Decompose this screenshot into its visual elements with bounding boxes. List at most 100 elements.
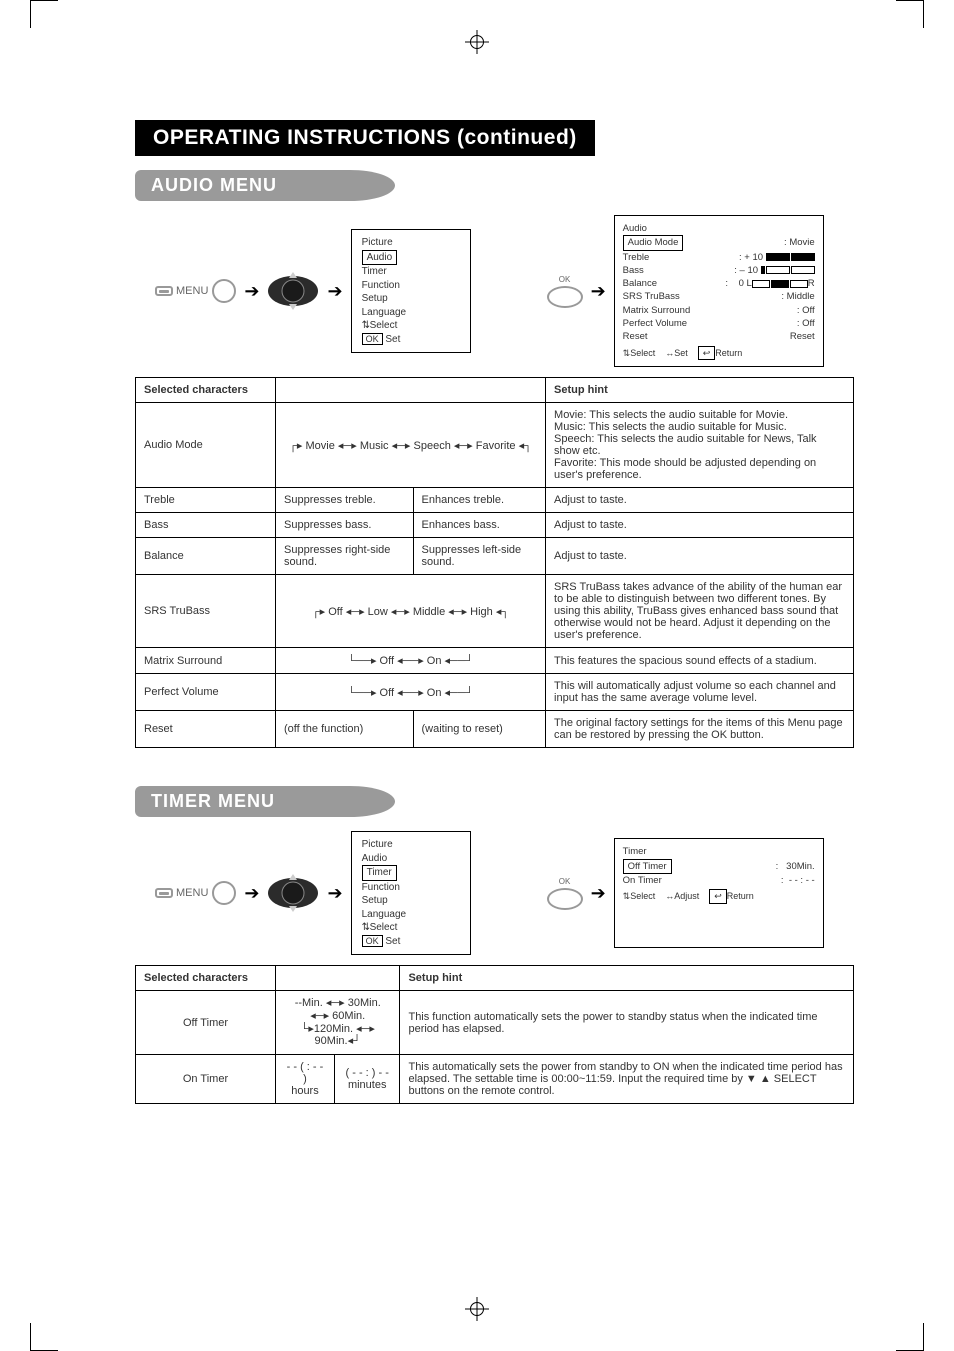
osd-row-label: Perfect Volume bbox=[623, 317, 687, 330]
osd-title: Audio bbox=[623, 222, 815, 235]
rocker-icon bbox=[267, 872, 319, 914]
osd-row-value: - - : - - bbox=[789, 875, 815, 886]
hint-cell: Adjust to taste. bbox=[546, 538, 854, 575]
osd-row-value: Middle bbox=[787, 291, 815, 302]
osd-row-label: On Timer bbox=[623, 874, 662, 887]
balance-r: R bbox=[808, 278, 815, 289]
arrow-right-icon: ➔ bbox=[244, 883, 259, 904]
row-label: Off Timer bbox=[136, 991, 276, 1055]
ok-button-label: OK bbox=[559, 877, 571, 886]
osd-row-label: Treble bbox=[623, 251, 650, 264]
menu-button-label: MENU bbox=[176, 887, 208, 899]
timer-settings-table: Selected characters Setup hint Off Timer… bbox=[135, 965, 854, 1104]
menu-item: Function bbox=[362, 279, 460, 293]
rocker-icon bbox=[267, 270, 319, 312]
arrow-right-icon: ➔ bbox=[591, 281, 606, 302]
osd-row-value: Movie bbox=[789, 237, 814, 248]
row-label: On Timer bbox=[136, 1054, 276, 1103]
cycle-cell: └──▸ Off ◂──▸ On ◂──┘ bbox=[276, 648, 546, 674]
row-label: Audio Mode bbox=[136, 403, 276, 488]
left-action: Suppresses right-side sound. bbox=[276, 538, 414, 575]
arrow-right-icon: ➔ bbox=[244, 281, 259, 302]
right-action: Enhances bass. bbox=[413, 513, 546, 538]
right-action: Suppresses left-side sound. bbox=[413, 538, 546, 575]
row-label: Perfect Volume bbox=[136, 674, 276, 711]
osd-foot-adjust: Adjust bbox=[674, 891, 699, 901]
row-label: Treble bbox=[136, 488, 276, 513]
timer-osd: Timer Off Timer: 30Min. On Timer: - - : … bbox=[614, 838, 824, 948]
menu-button-label: MENU bbox=[176, 285, 208, 297]
row-label: SRS TruBass bbox=[136, 575, 276, 648]
audio-section-heading: AUDIO MENU bbox=[135, 170, 395, 201]
left-action: Suppresses bass. bbox=[276, 513, 414, 538]
osd-row-label: Audio Mode bbox=[623, 235, 684, 250]
menu-button-glyph: MENU bbox=[155, 279, 236, 303]
ok-button-glyph: OK bbox=[547, 877, 583, 910]
osd-row-value: 0 bbox=[739, 278, 744, 289]
arrow-right-icon: ➔ bbox=[327, 883, 342, 904]
osd-foot-select: Select bbox=[630, 891, 655, 901]
menu-button-glyph: MENU bbox=[155, 881, 236, 905]
osd-foot-set: Set bbox=[385, 936, 400, 947]
arrow-right-icon: ➔ bbox=[591, 883, 606, 904]
row-label: Balance bbox=[136, 538, 276, 575]
main-menu-osd: Picture Audio Timer Function Setup Langu… bbox=[351, 831, 471, 955]
osd-foot-select: Select bbox=[370, 922, 398, 933]
col-header: Selected characters bbox=[136, 966, 276, 991]
hint-cell: This function automatically sets the pow… bbox=[400, 991, 854, 1055]
osd-row-label: SRS TruBass bbox=[623, 290, 680, 303]
ok-button-label: OK bbox=[559, 275, 571, 284]
osd-row-value: 30Min. bbox=[786, 861, 815, 872]
osd-row-value: Reset bbox=[790, 331, 815, 342]
hint-cell: This automatically sets the power from s… bbox=[400, 1054, 854, 1103]
cycle-cell: ┌▸ Off ◂─▸ Low ◂─▸ Middle ◂─▸ High ◂┐ bbox=[276, 575, 546, 648]
page-title: OPERATING INSTRUCTIONS (continued) bbox=[135, 120, 595, 156]
hint-cell: This features the spacious sound effects… bbox=[546, 648, 854, 674]
osd-title: Timer bbox=[623, 845, 815, 858]
menu-item: Timer bbox=[362, 265, 460, 279]
timer-flow-diagram: MENU ➔ ➔ Picture Audio Timer Function Se… bbox=[155, 831, 854, 955]
row-label: Matrix Surround bbox=[136, 648, 276, 674]
menu-item: Picture bbox=[362, 838, 460, 852]
left-action: - - ( : - - ) hours bbox=[276, 1054, 335, 1103]
audio-osd: Audio Audio Mode: Movie Treble: + 10 Bas… bbox=[614, 215, 824, 367]
hint-cell: SRS TruBass takes advance of the ability… bbox=[546, 575, 854, 648]
menu-item: Audio bbox=[362, 852, 460, 866]
col-header: Setup hint bbox=[546, 378, 854, 403]
col-header: Selected characters bbox=[136, 378, 276, 403]
osd-row-label: Balance bbox=[623, 277, 657, 290]
osd-foot-return: Return bbox=[715, 348, 742, 358]
menu-item: Picture bbox=[362, 236, 460, 250]
hint-cell: Adjust to taste. bbox=[546, 488, 854, 513]
osd-row-label: Bass bbox=[623, 264, 644, 277]
cycle-cell: ┌▸ Movie ◂─▸ Music ◂─▸ Speech ◂─▸ Favori… bbox=[276, 403, 546, 488]
right-action: ( - - : ) - - minutes bbox=[334, 1054, 400, 1103]
left-action: Suppresses treble. bbox=[276, 488, 414, 513]
osd-row-label: Off Timer bbox=[623, 859, 672, 874]
menu-item: Language bbox=[362, 306, 460, 320]
menu-item-highlight: Timer bbox=[362, 865, 397, 881]
hint-cell: Adjust to taste. bbox=[546, 513, 854, 538]
main-menu-osd: Picture Audio Timer Function Setup Langu… bbox=[351, 229, 471, 353]
audio-settings-table: Selected characters Setup hint Audio Mod… bbox=[135, 377, 854, 748]
ok-box: OK bbox=[362, 333, 383, 345]
right-action: (waiting to reset) bbox=[413, 711, 546, 748]
cycle-cell: └──▸ Off ◂──▸ On ◂──┘ bbox=[276, 674, 546, 711]
osd-row-label: Reset bbox=[623, 330, 648, 343]
hint-cell: Movie: This selects the audio suitable f… bbox=[546, 403, 854, 488]
osd-row-value: Off bbox=[802, 305, 815, 316]
row-label: Reset bbox=[136, 711, 276, 748]
ok-button-glyph: OK bbox=[547, 275, 583, 308]
timer-section-heading: TIMER MENU bbox=[135, 786, 395, 817]
hint-cell: This will automatically adjust volume so… bbox=[546, 674, 854, 711]
osd-row-value: + 10 bbox=[744, 252, 763, 263]
right-action: Enhances treble. bbox=[413, 488, 546, 513]
left-action: (off the function) bbox=[276, 711, 414, 748]
menu-item-highlight: Audio bbox=[362, 250, 398, 266]
menu-item: Setup bbox=[362, 894, 460, 908]
osd-foot-return: Return bbox=[727, 891, 754, 901]
osd-row-value: – 10 bbox=[740, 265, 759, 276]
osd-foot-select: Select bbox=[370, 320, 398, 331]
cycle-cell: --Min. ◂─▸ 30Min. ◂─▸ 60Min. └▸120Min. ◂… bbox=[276, 991, 400, 1055]
row-label: Bass bbox=[136, 513, 276, 538]
